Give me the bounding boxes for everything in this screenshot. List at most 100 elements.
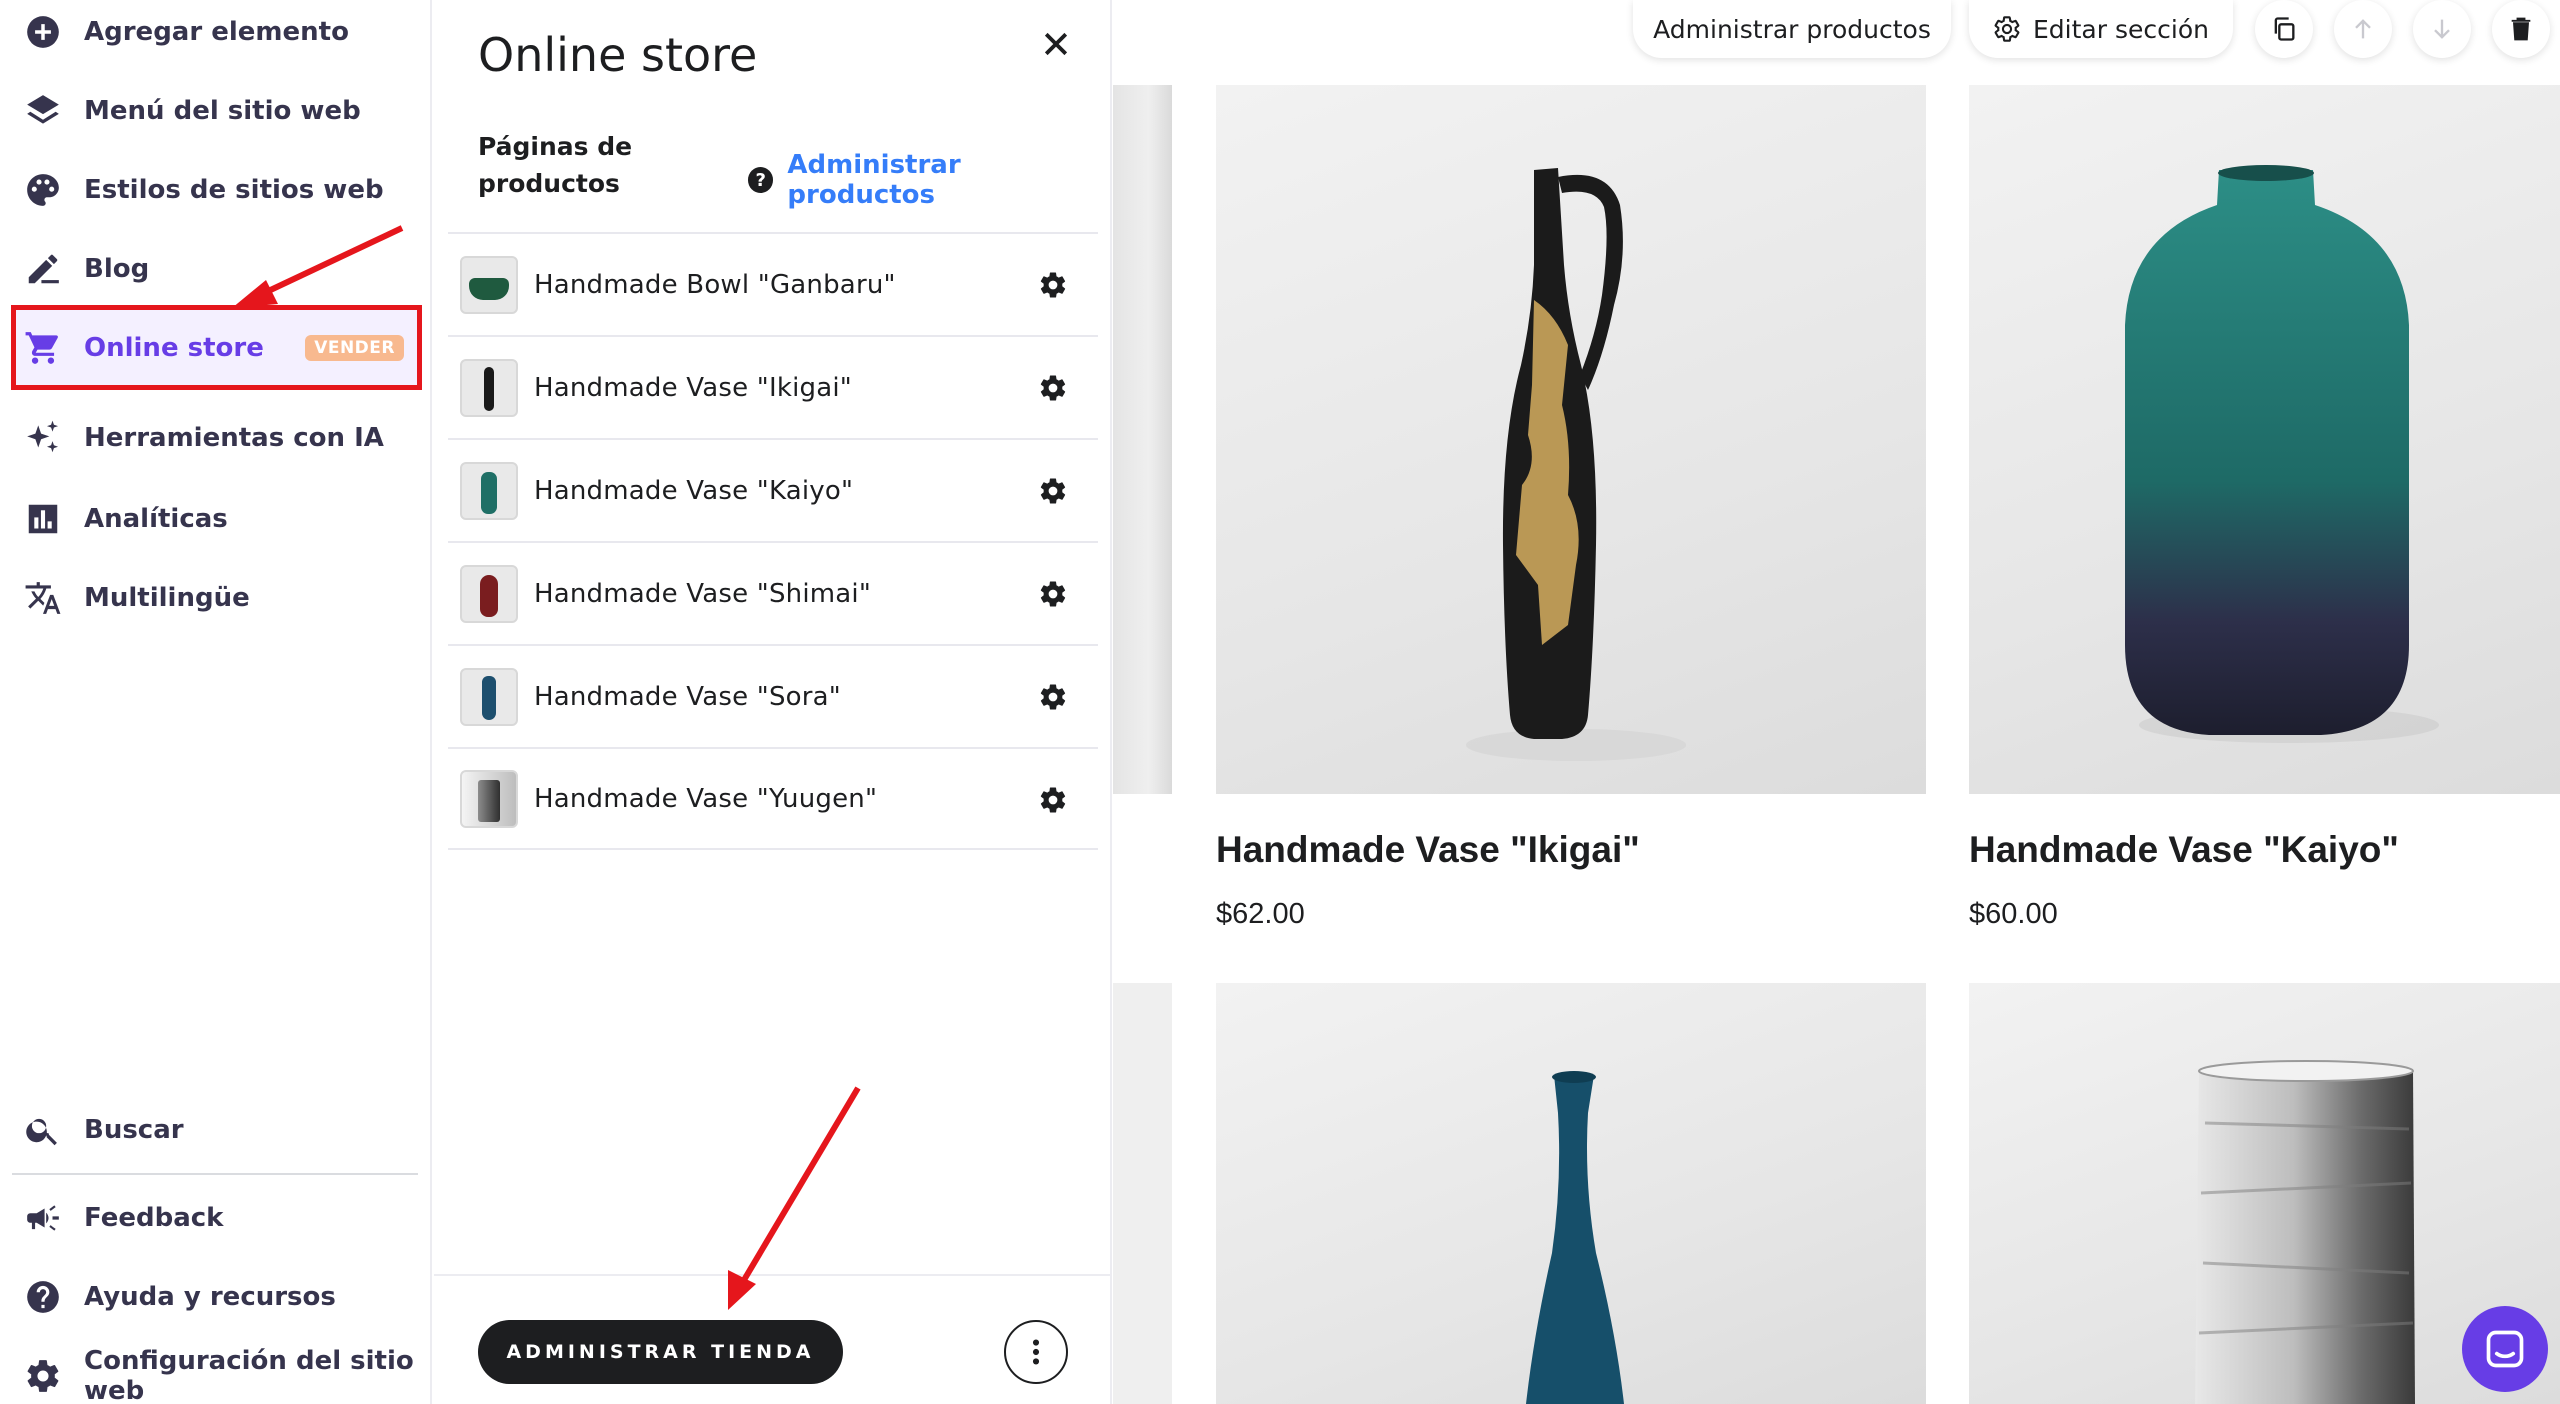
sidebar-item-label: Analíticas — [84, 504, 228, 534]
sidebar-item-site-settings[interactable]: Configuración del sitio web — [24, 1344, 414, 1404]
product-price: $62.00 — [1216, 898, 1305, 930]
search-icon — [24, 1111, 62, 1149]
product-image-kaiyo[interactable] — [1969, 85, 2560, 794]
sidebar-item-label: Herramientas con IA — [84, 423, 384, 453]
product-name: Handmade Vase "Shimai" — [534, 578, 872, 609]
sidebar-item-search[interactable]: Buscar — [24, 1098, 414, 1162]
product-name: Handmade Vase "Ikigai" — [534, 372, 852, 403]
manage-store-button[interactable]: ADMINISTRAR TIENDA — [478, 1320, 843, 1384]
product-title[interactable]: Handmade Vase "Ikigai" — [1216, 829, 1640, 871]
move-section-up-button[interactable] — [2334, 0, 2392, 58]
product-list: Handmade Bowl "Ganbaru" Handmade Vase "I… — [448, 232, 1098, 850]
help-icon: ? — [748, 167, 774, 193]
product-thumbnail — [460, 564, 518, 623]
product-settings-button[interactable] — [1038, 579, 1068, 609]
sidebar-item-label: Menú del sitio web — [84, 96, 361, 126]
sparkles-icon — [24, 419, 62, 457]
sidebar-item-blog[interactable]: Blog — [24, 237, 414, 301]
more-options-button[interactable] — [1004, 1320, 1068, 1384]
product-row[interactable]: Handmade Bowl "Ganbaru" — [448, 232, 1098, 335]
sidebar-item-site-menu[interactable]: Menú del sitio web — [24, 79, 414, 143]
product-settings-button[interactable] — [1038, 270, 1068, 300]
gear-icon — [24, 1357, 62, 1395]
sidebar-item-multilingual[interactable]: Multilingüe — [24, 566, 414, 630]
sidebar: Agregar elemento Menú del sitio web Esti… — [0, 0, 432, 1404]
panel-footer-divider — [434, 1274, 1110, 1276]
bar-chart-icon — [24, 500, 62, 538]
product-settings-button[interactable] — [1038, 373, 1068, 403]
product-row[interactable]: Handmade Vase "Sora" — [448, 644, 1098, 747]
product-title[interactable]: Handmade Vase "Kaiyo" — [1969, 829, 2399, 871]
palette-icon — [24, 171, 62, 209]
product-row[interactable]: Handmade Vase "Shimai" — [448, 541, 1098, 644]
close-panel-button[interactable] — [1032, 20, 1080, 68]
product-name: Handmade Bowl "Ganbaru" — [534, 269, 896, 300]
copy-icon — [2274, 17, 2295, 41]
gear-icon — [1040, 478, 1066, 504]
product-name: Handmade Vase "Sora" — [534, 681, 841, 712]
arrow-down-icon — [2434, 19, 2450, 39]
gear-icon — [1040, 272, 1066, 298]
trash-icon — [2511, 17, 2531, 41]
product-settings-button[interactable] — [1038, 682, 1068, 712]
sidebar-item-analytics[interactable]: Analíticas — [24, 487, 414, 551]
product-image-ikigai[interactable] — [1216, 85, 1926, 794]
toolbar-edit-section-button[interactable]: Editar sección — [1969, 0, 2233, 58]
vase-sora-illustration — [1526, 1071, 1624, 1404]
move-section-down-button[interactable] — [2413, 0, 2471, 58]
help-icon — [24, 1278, 62, 1316]
more-vertical-icon — [1032, 1339, 1040, 1365]
chat-support-button[interactable] — [2462, 1306, 2548, 1392]
product-name: Handmade Vase "Kaiyo" — [534, 475, 854, 506]
product-row[interactable]: Handmade Vase "Kaiyo" — [448, 438, 1098, 541]
close-icon — [1044, 32, 1068, 56]
sidebar-item-label: Buscar — [84, 1115, 184, 1145]
edit-pen-icon — [24, 250, 62, 288]
gear-icon — [1040, 375, 1066, 401]
sidebar-item-feedback[interactable]: Feedback — [24, 1186, 414, 1250]
online-store-panel: Online store Páginas de productos ? Admi… — [434, 0, 1112, 1404]
translate-icon — [24, 579, 62, 617]
sidebar-item-site-styles[interactable]: Estilos de sitios web — [24, 158, 414, 222]
delete-section-button[interactable] — [2492, 0, 2550, 58]
chat-icon — [2486, 1330, 2524, 1368]
duplicate-section-button[interactable] — [2255, 0, 2313, 58]
sidebar-item-label: Feedback — [84, 1203, 224, 1233]
product-thumbnail — [460, 255, 518, 314]
product-image-sora[interactable] — [1216, 983, 1926, 1404]
sidebar-divider — [12, 1173, 418, 1175]
add-circle-icon — [24, 13, 62, 51]
sidebar-item-label: Configuración del sitio web — [84, 1346, 414, 1404]
product-row[interactable]: Handmade Vase "Ikigai" — [448, 335, 1098, 438]
sidebar-item-online-store[interactable]: Online store VENDER — [24, 316, 414, 380]
sidebar-item-label: Agregar elemento — [84, 17, 349, 47]
megaphone-icon — [24, 1199, 62, 1237]
product-thumbnail — [460, 769, 518, 828]
sidebar-item-label: Online store — [84, 333, 264, 363]
product-thumbnail — [460, 358, 518, 417]
site-preview: Handmade Vase "Ikigai" $62.00 Handmade V… — [1113, 0, 2560, 1404]
sell-badge: VENDER — [305, 335, 404, 361]
manage-products-label: Administrar productos — [787, 150, 961, 210]
panel-title: Online store — [478, 28, 758, 82]
product-settings-button[interactable] — [1038, 785, 1068, 815]
arrow-up-icon — [2355, 19, 2371, 39]
sidebar-item-add-element[interactable]: Agregar elemento — [24, 0, 414, 64]
sidebar-item-label: Ayuda y recursos — [84, 1282, 336, 1312]
vase-ikigai-illustration — [1466, 168, 1686, 761]
sidebar-item-label: Multilingüe — [84, 583, 250, 613]
sidebar-item-label: Blog — [84, 254, 150, 284]
gear-icon — [1994, 16, 2020, 42]
product-image-partial — [1113, 85, 1172, 794]
product-price: $60.00 — [1969, 898, 2058, 930]
product-image-partial — [1113, 983, 1172, 1404]
gear-icon — [1040, 581, 1066, 607]
product-row[interactable]: Handmade Vase "Yuugen" — [448, 747, 1098, 850]
sidebar-item-help[interactable]: Ayuda y recursos — [24, 1265, 414, 1329]
layers-icon — [24, 92, 62, 130]
product-thumbnail — [460, 461, 518, 520]
toolbar-manage-products-button[interactable]: Administrar productos — [1633, 0, 1951, 58]
sidebar-item-ai-tools[interactable]: Herramientas con IA — [24, 406, 414, 470]
manage-products-link[interactable]: ? Administrar productos — [748, 150, 1110, 210]
product-settings-button[interactable] — [1038, 476, 1068, 506]
